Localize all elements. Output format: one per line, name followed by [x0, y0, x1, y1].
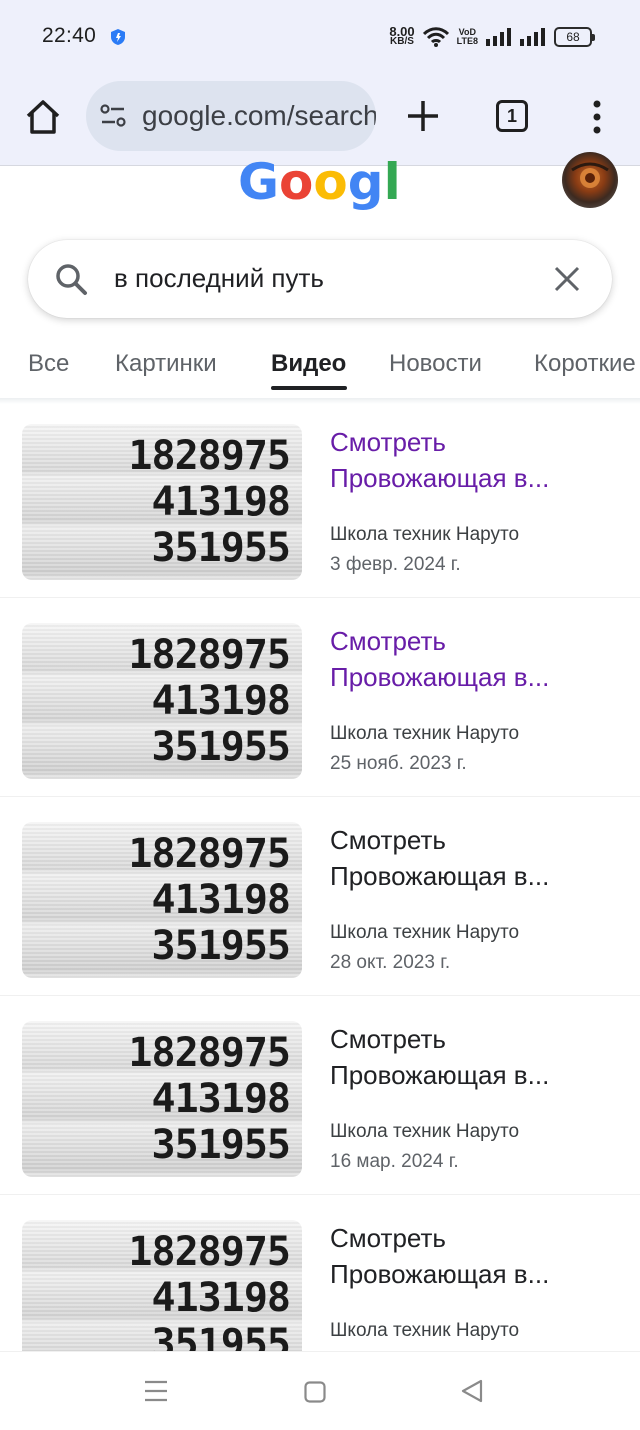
thumbnail-number: 1828975	[128, 1030, 291, 1076]
thumbnail-number: 351955	[151, 923, 291, 969]
tab-images[interactable]: Картинки	[115, 350, 217, 378]
thumbnail-number: 413198	[151, 1275, 291, 1321]
thumbnail-number: 351955	[151, 1321, 291, 1352]
home-icon[interactable]	[24, 98, 62, 136]
system-nav-bar	[0, 1352, 640, 1430]
volte-indicator: VoD LTE8	[457, 28, 478, 46]
url-text[interactable]: google.com/search	[142, 100, 376, 132]
video-result[interactable]: 1828975 413198 351955 Смотреть Провожающ…	[0, 800, 640, 996]
signal-icon	[486, 28, 511, 46]
google-logo[interactable]: Google	[238, 160, 402, 216]
video-thumbnail[interactable]: 1828975 413198 351955	[22, 1021, 302, 1177]
thumbnail-number: 413198	[151, 479, 291, 525]
video-thumbnail[interactable]: 1828975 413198 351955	[22, 1220, 302, 1352]
result-source: Школа техник Наруто	[330, 922, 520, 943]
thumbnail-number: 1828975	[128, 831, 291, 877]
result-source: Школа техник Наруто	[330, 1320, 520, 1341]
result-source: Школа техник Наруто	[330, 524, 520, 545]
result-title-line2[interactable]: Провожающая в...	[330, 1256, 630, 1292]
shield-icon	[111, 29, 125, 45]
new-tab-icon[interactable]	[405, 98, 441, 134]
result-title[interactable]: Смотреть Провожающая в...	[330, 623, 630, 695]
site-settings-icon[interactable]	[100, 104, 126, 128]
result-title[interactable]: Смотреть Провожающая в...	[330, 424, 630, 496]
result-source: Школа техник Наруто	[330, 1121, 520, 1142]
avatar-image	[571, 162, 609, 188]
tab-videos[interactable]: Видео	[271, 350, 346, 378]
thumbnail-number: 351955	[151, 724, 291, 770]
battery-indicator: 68	[554, 27, 595, 47]
thumbnail-number: 1828975	[128, 632, 291, 678]
more-menu-icon[interactable]	[590, 100, 604, 134]
video-result[interactable]: 1828975 413198 351955 Смотреть Провожающ…	[0, 1198, 640, 1352]
back-icon[interactable]	[460, 1379, 484, 1403]
thumbnail-number: 1828975	[128, 433, 291, 479]
video-thumbnail[interactable]: 1828975 413198 351955	[22, 623, 302, 779]
address-bar[interactable]: google.com/search	[86, 81, 376, 151]
status-bar: 22:40 8.00 KB/S VoD LTE8 68	[0, 0, 640, 72]
clear-icon[interactable]	[552, 264, 582, 294]
result-date: 25 нояб. 2023 г.	[330, 753, 467, 774]
thumbnail-number: 1828975	[128, 1229, 291, 1275]
network-speed: 8.00 KB/S	[389, 25, 414, 47]
result-title-line1[interactable]: Смотреть	[330, 822, 630, 858]
video-result[interactable]: 1828975 413198 351955 Смотреть Провожающ…	[0, 999, 640, 1195]
thumbnail-number: 413198	[151, 678, 291, 724]
thumbnail-number: 351955	[151, 525, 291, 571]
video-result[interactable]: 1828975 413198 351955 Смотреть Провожающ…	[0, 601, 640, 797]
search-input[interactable]: в последний путь	[114, 263, 324, 294]
thumbnail-number: 351955	[151, 1122, 291, 1168]
tab-short[interactable]: Короткие	[534, 350, 636, 378]
video-thumbnail[interactable]: 1828975 413198 351955	[22, 822, 302, 978]
browser-toolbar: google.com/search 1	[0, 72, 640, 166]
result-date: 16 мар. 2024 г.	[330, 1151, 459, 1172]
result-title-line2[interactable]: Провожающая в...	[330, 460, 630, 496]
network-speed-unit: KB/S	[390, 36, 414, 47]
result-title-line2[interactable]: Провожающая в...	[330, 659, 630, 695]
result-title-line1[interactable]: Смотреть	[330, 1220, 630, 1256]
tab-switcher-button[interactable]: 1	[496, 100, 528, 132]
active-tab-indicator	[271, 386, 347, 390]
status-time: 22:40	[42, 24, 97, 47]
result-date: 3 февр. 2024 г.	[330, 554, 461, 575]
thumbnail-number: 413198	[151, 877, 291, 923]
result-title[interactable]: Смотреть Провожающая в...	[330, 1021, 630, 1093]
signal-icon-2	[520, 28, 545, 46]
result-title-line1[interactable]: Смотреть	[330, 623, 630, 659]
result-title[interactable]: Смотреть Провожающая в...	[330, 1220, 630, 1292]
tab-news[interactable]: Новости	[389, 350, 482, 378]
result-title-line1[interactable]: Смотреть	[330, 1021, 630, 1057]
wifi-icon	[422, 27, 449, 47]
status-indicators: 8.00 KB/S VoD LTE8 68	[389, 22, 595, 52]
avatar[interactable]	[562, 152, 618, 208]
result-title-line2[interactable]: Провожающая в...	[330, 858, 630, 894]
result-date: 28 окт. 2023 г.	[330, 952, 451, 973]
thumbnail-number: 413198	[151, 1076, 291, 1122]
search-tabs: Все Картинки Видео Новости Короткие	[0, 338, 640, 398]
search-icon[interactable]	[54, 262, 88, 296]
home-nav-icon[interactable]	[304, 1381, 326, 1403]
recent-apps-icon[interactable]	[144, 1380, 168, 1402]
result-title-line2[interactable]: Провожающая в...	[330, 1057, 630, 1093]
video-thumbnail[interactable]: 1828975 413198 351955	[22, 424, 302, 580]
result-title-line1[interactable]: Смотреть	[330, 424, 630, 460]
volte-bottom: LTE8	[456, 36, 478, 46]
tab-all[interactable]: Все	[28, 350, 69, 378]
search-box[interactable]: в последний путь	[28, 240, 612, 318]
result-source: Школа техник Наруто	[330, 723, 520, 744]
result-title[interactable]: Смотреть Провожающая в...	[330, 822, 630, 894]
video-result[interactable]: 1828975 413198 351955 Смотреть Провожающ…	[0, 402, 640, 598]
